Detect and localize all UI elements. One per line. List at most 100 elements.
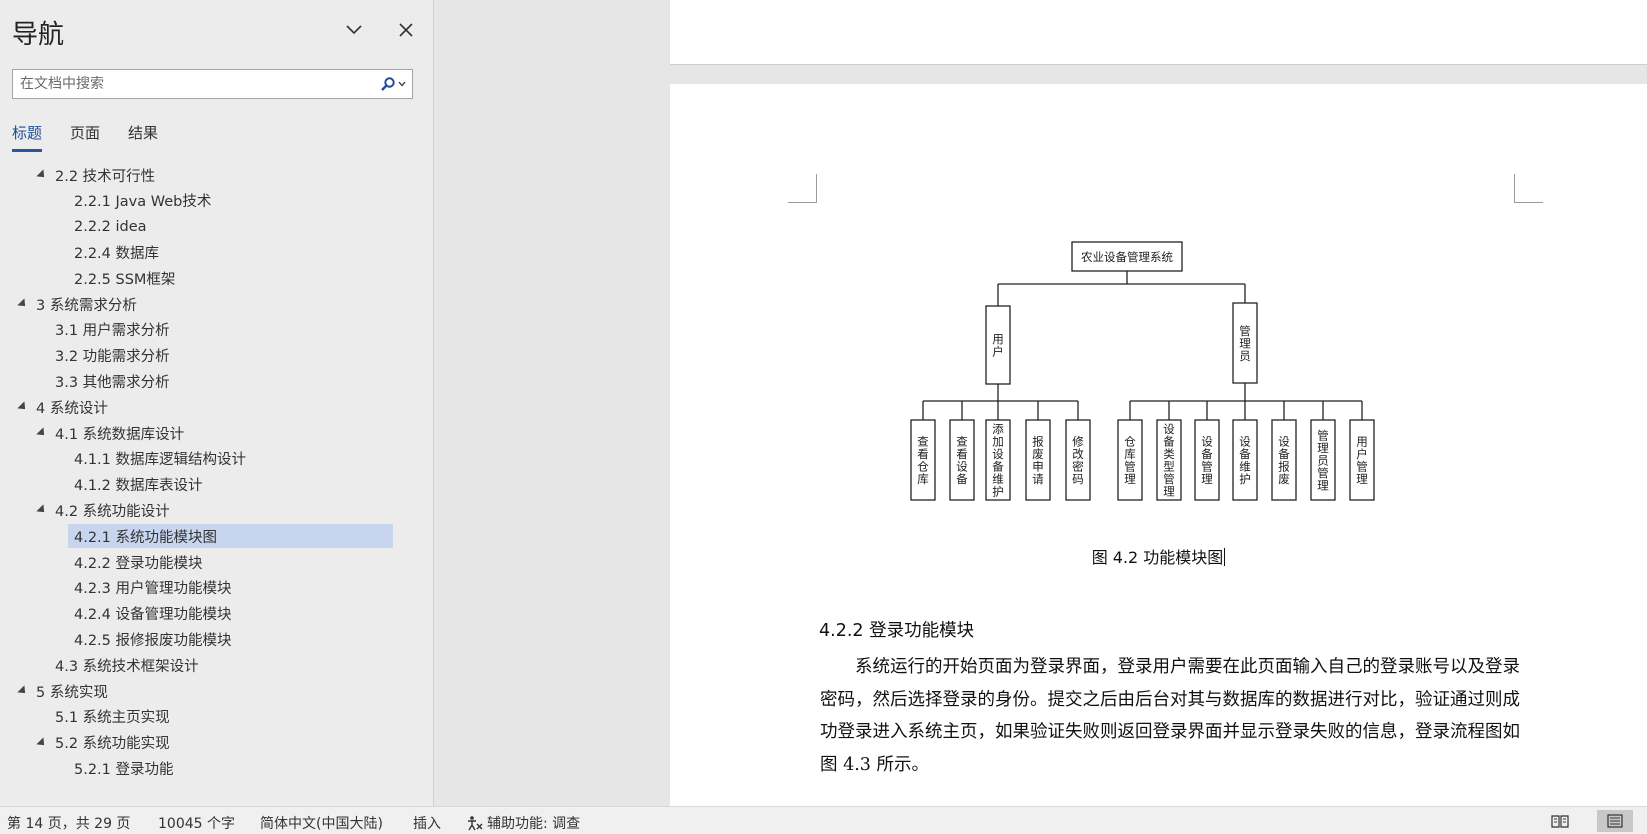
collapse-triangle-icon[interactable] [17, 401, 29, 413]
heading-label: 4 系统设计 [36, 400, 108, 417]
heading-item[interactable]: 2.2 技术可行性 [36, 163, 156, 187]
heading-item[interactable]: 3.1 用户需求分析 [55, 318, 170, 342]
heading-label: 4.1 系统数据库设计 [55, 426, 185, 443]
search-button[interactable] [376, 75, 406, 93]
nav-separator [434, 0, 670, 806]
navigation-pane: 导航 标题页面结果 2.2 技术可行性 2.2.1 Java Web技术 2.2.2… [0, 0, 434, 806]
heading-item[interactable]: 4.1.2 数据库表设计 [74, 473, 203, 497]
word-count[interactable]: 10045 个字 [158, 813, 235, 833]
chevron-down-icon [398, 81, 406, 87]
heading-item[interactable]: 4.2 系统功能设计 [36, 498, 170, 522]
diagram-branch-label: 用户 [992, 332, 1004, 359]
heading-label: 4.2.5 报修报废功能模块 [74, 632, 232, 649]
close-icon [399, 23, 413, 37]
tab-0[interactable]: 标题 [12, 120, 43, 152]
status-bar: 第 14 页，共 29 页 10045 个字 简体中文(中国大陆) 插入 辅助功… [0, 806, 1647, 834]
diagram-module-label: 用户管理 [1356, 435, 1368, 487]
diagram-branch-label: 管理员 [1239, 324, 1251, 363]
diagram-module-label: 管理员管理 [1317, 428, 1329, 492]
diagram-module-label: 查看设备 [956, 435, 968, 487]
heading-label: 2.2.5 SSM框架 [74, 271, 176, 288]
heading-label: 5.2 系统功能实现 [55, 736, 170, 753]
diagram-module-label: 添加设备维护 [992, 422, 1004, 499]
heading-item[interactable]: 2.2.4 数据库 [74, 240, 159, 264]
function-module-diagram: 农业设备管理系统用户查看仓库 查看设备 添加设备维护 报废申请 修改密码 管理员仓库管理 设… [910, 241, 1375, 501]
heading-item[interactable]: 4.2.3 用户管理功能模块 [74, 576, 232, 600]
collapse-triangle-icon[interactable] [36, 504, 48, 517]
heading-item[interactable]: 4.1 系统数据库设计 [36, 421, 185, 445]
heading-item[interactable]: 2.2.5 SSM框架 [74, 266, 175, 290]
collapse-triangle-icon[interactable] [17, 298, 29, 310]
read-mode-button[interactable] [1545, 810, 1575, 832]
tab-1[interactable]: 页面 [70, 120, 100, 152]
heading-label: 2.2.2 idea [74, 218, 147, 235]
diagram-module-label: 查看仓库 [917, 435, 929, 487]
heading-label: 3.1 用户需求分析 [55, 323, 170, 340]
heading-item[interactable]: 4.2.1 系统功能模块图 [68, 524, 393, 549]
diagram-module-label: 设备维护 [1239, 435, 1251, 487]
nav-tabs: 标题 页面 结果 [12, 120, 158, 154]
chevron-down-icon [346, 25, 362, 35]
accessibility-icon [468, 816, 483, 831]
nav-options-button[interactable] [342, 18, 366, 42]
heading-label: 4.2.2 登录功能模块 [74, 555, 203, 572]
heading-list: 2.2 技术可行性 2.2.1 Java Web技术 2.2.2 idea 2.2.4… [0, 160, 434, 790]
heading-label: 4.1.2 数据库表设计 [74, 478, 203, 495]
figure-caption-text: 图 4.2 功能模块图 [1091, 548, 1224, 567]
heading-item[interactable]: 4.2.4 设备管理功能模块 [74, 602, 232, 626]
heading-label: 5.1 系统主页实现 [55, 710, 170, 727]
diagram-module-label: 设备类型管理 [1163, 422, 1175, 499]
heading-label: 2.2 技术可行性 [55, 168, 156, 185]
book-icon [1551, 815, 1569, 828]
nav-close-button[interactable] [394, 18, 418, 42]
heading-item[interactable]: 3.3 其他需求分析 [55, 369, 170, 393]
language-indicator[interactable]: 简体中文(中国大陆) [260, 813, 383, 833]
heading-label: 4.2.4 设备管理功能模块 [74, 607, 232, 624]
heading-item[interactable]: 2.2.1 Java Web技术 [74, 189, 211, 213]
collapse-triangle-icon[interactable] [36, 169, 48, 181]
diagram-module-label: 设备管理 [1201, 435, 1213, 487]
diagram-module-label: 修改密码 [1072, 435, 1084, 487]
heading-item[interactable]: 4 系统设计 [17, 395, 108, 419]
search-box [12, 69, 413, 99]
text-cursor [1224, 548, 1226, 566]
insert-mode[interactable]: 插入 [413, 813, 441, 833]
heading-item[interactable]: 5.1 系统主页实现 [55, 705, 170, 729]
heading-item[interactable]: 5.2.1 登录功能 [74, 756, 174, 780]
section-heading: 4.2.2 登录功能模块 [819, 621, 975, 641]
heading-item[interactable]: 4.3 系统技术框架设计 [55, 653, 199, 677]
collapse-triangle-icon[interactable] [36, 427, 48, 439]
search-input[interactable] [13, 70, 373, 98]
current-page[interactable]: 农业设备管理系统 用户 查看仓库 查看设备 添加设备维护 报废申请 修改密码 管理员 仓库管理 设… [670, 84, 1647, 806]
print-layout-button[interactable] [1597, 810, 1633, 832]
heading-label: 4.3 系统技术框架设计 [55, 658, 199, 675]
document-area[interactable]: 农业设备管理系统 用户 查看仓库 查看设备 添加设备维护 报废申请 修改密码 管理员 仓库管理 设… [670, 0, 1647, 806]
tab-2[interactable]: 结果 [128, 120, 158, 152]
heading-item[interactable]: 2.2.2 idea [74, 215, 147, 239]
page-count[interactable]: 第 14 页，共 29 页 [7, 813, 130, 833]
heading-label: 3 系统需求分析 [36, 297, 137, 314]
diagram-root-label: 农业设备管理系统 [1081, 250, 1173, 264]
heading-label: 4.1.1 数据库逻辑结构设计 [74, 452, 247, 469]
heading-label: 4.2 系统功能设计 [55, 503, 170, 520]
heading-label: 4.2.1 系统功能模块图 [74, 529, 218, 546]
heading-item[interactable]: 4.2.2 登录功能模块 [74, 550, 203, 574]
margin-corner-tl [788, 174, 817, 203]
diagram-module-label: 仓库管理 [1124, 435, 1136, 487]
heading-item[interactable]: 3 系统需求分析 [17, 292, 137, 316]
collapse-triangle-icon[interactable] [17, 685, 29, 697]
heading-label: 5 系统实现 [36, 684, 108, 701]
heading-label: 3.2 功能需求分析 [55, 349, 170, 366]
heading-label: 4.2.3 用户管理功能模块 [74, 581, 232, 598]
heading-label: 3.3 其他需求分析 [55, 374, 170, 391]
heading-item[interactable]: 3.2 功能需求分析 [55, 344, 170, 368]
nav-title: 导航 [12, 20, 65, 50]
accessibility-checker[interactable]: 辅助功能: 调查 [465, 813, 580, 833]
body-paragraph: 系统运行的开始页面为登录界面，登录用户需要在此页面输入自己的登录账号以及登录密码… [820, 657, 1520, 775]
heading-item[interactable]: 5 系统实现 [17, 679, 108, 703]
heading-item[interactable]: 4.1.1 数据库逻辑结构设计 [74, 447, 246, 471]
collapse-triangle-icon[interactable] [36, 736, 48, 749]
margin-corner-tr [1514, 174, 1543, 203]
heading-item[interactable]: 4.2.5 报修报废功能模块 [74, 627, 232, 651]
heading-item[interactable]: 5.2 系统功能实现 [36, 731, 170, 755]
